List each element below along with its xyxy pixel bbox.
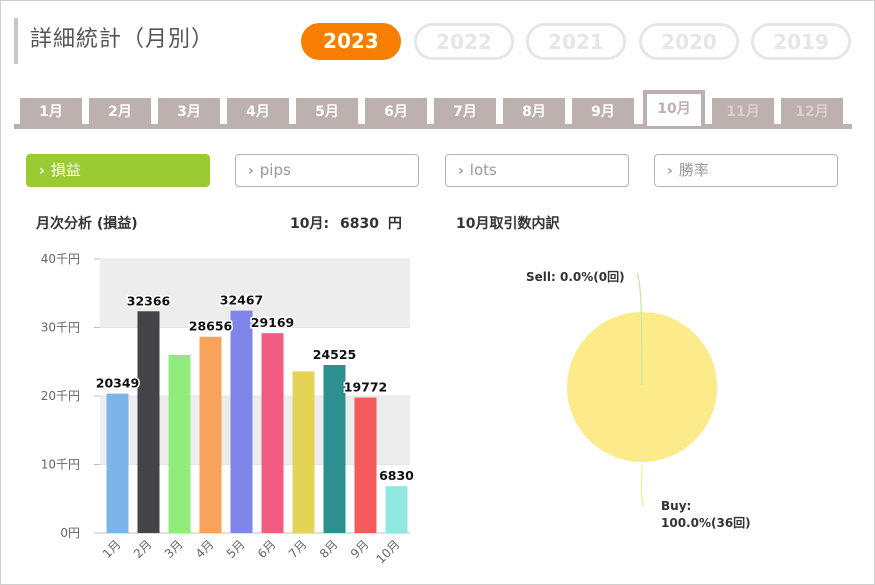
bar-2月 (137, 311, 160, 533)
x-tick-label: 6月 (255, 537, 279, 561)
chevron-right-icon: › (458, 163, 464, 179)
y-tick-label: 0円 (60, 526, 80, 540)
year-button-2019[interactable]: 2019 (751, 23, 851, 60)
y-tick-label: 30千円 (41, 321, 80, 335)
buy-label-line1: Buy: (661, 499, 691, 513)
tab-month-5[interactable]: 5月 (296, 98, 358, 126)
page-title: 詳細統計（月別） (30, 27, 215, 52)
breakdown-heading: 10月取引数内訳 (456, 216, 560, 232)
x-tick-label: 5月 (224, 537, 248, 561)
tab-month-2[interactable]: 2月 (89, 98, 151, 126)
x-tick-label: 7月 (286, 537, 310, 561)
chevron-right-icon: › (248, 163, 254, 179)
monthly-summary: 10月: 6830 円 (290, 213, 402, 233)
year-button-2021[interactable]: 2021 (526, 23, 626, 60)
bar-8月 (323, 365, 346, 533)
sell-label: Sell: 0.0%(0回) (526, 270, 625, 284)
bar-1月 (106, 393, 129, 533)
buy-label-line2: 100.0%(36回) (661, 516, 751, 530)
tab-month-12[interactable]: 12月 (781, 98, 843, 126)
tab-month-6[interactable]: 6月 (365, 98, 427, 126)
bar-data-label: 6830 (379, 468, 414, 483)
year-button-2022[interactable]: 2022 (414, 23, 514, 60)
bar-data-label: 32467 (220, 293, 264, 308)
monthly-chart-heading: 月次分析 (損益) (36, 216, 138, 232)
metric-button-winrate[interactable]: › 勝率 (654, 154, 838, 187)
metric-button-pips[interactable]: › pips (235, 154, 419, 187)
bar-7月 (292, 371, 315, 533)
x-tick-label: 2月 (131, 537, 155, 561)
page-title-bar: 詳細統計（月別） (14, 18, 214, 64)
x-tick-label: 9月 (348, 537, 372, 561)
metric-label: 損益 (50, 161, 81, 179)
y-tick-label: 40千円 (41, 252, 80, 266)
buy-connector-line (640, 464, 645, 508)
x-tick-label: 10月 (373, 537, 402, 566)
trade-breakdown-pie-chart: Sell: 0.0%(0回) Buy: 100.0%(36回) (526, 270, 751, 530)
bar-9月 (354, 397, 377, 533)
bar-4月 (199, 336, 222, 533)
x-tick-label: 8月 (317, 537, 341, 561)
bar-3月 (168, 354, 191, 533)
metric-label: 勝率 (678, 161, 709, 179)
tab-month-8[interactable]: 8月 (503, 98, 565, 126)
bar-data-label: 32366 (127, 293, 171, 308)
metric-button-profit[interactable]: › 損益 (26, 154, 210, 187)
bar-data-label: 29169 (251, 315, 295, 330)
summary-month: 10月: (290, 216, 330, 232)
x-tick-label: 1月 (100, 537, 124, 561)
bar-data-label: 20349 (96, 376, 140, 391)
year-button-2020[interactable]: 2020 (639, 23, 739, 60)
bar-data-label: 28656 (189, 319, 233, 334)
summary-value: 6830 (339, 216, 379, 232)
bar-6月 (261, 333, 284, 533)
tab-month-7[interactable]: 7月 (434, 98, 496, 126)
metric-button-lots[interactable]: › lots (445, 154, 629, 187)
tab-month-9[interactable]: 9月 (572, 98, 634, 126)
x-tick-label: 3月 (162, 537, 186, 561)
x-tick-label: 4月 (193, 537, 217, 561)
tab-month-10[interactable]: 10月 (643, 90, 705, 126)
tab-month-4[interactable]: 4月 (227, 98, 289, 126)
chevron-right-icon: › (39, 163, 45, 179)
y-tick-label: 10千円 (41, 458, 80, 472)
bar-data-label: 19772 (344, 380, 388, 395)
tab-month-11[interactable]: 11月 (712, 98, 774, 126)
monthly-bar-chart: 0円 10千円 20千円 30千円 40千円 20349 32366 28656 32467 2… (41, 252, 416, 566)
bar-data-label: 24525 (313, 347, 357, 362)
summary-unit: 円 (387, 216, 402, 232)
bar-10月 (385, 486, 408, 533)
tab-month-1[interactable]: 1月 (20, 98, 82, 126)
chevron-right-icon: › (667, 163, 673, 179)
metric-label: pips (259, 161, 291, 179)
bar-5月 (230, 310, 253, 533)
y-tick-label: 20千円 (41, 389, 80, 403)
tab-month-3[interactable]: 3月 (158, 98, 220, 126)
metric-label: lots (469, 161, 497, 179)
year-button-2023[interactable]: 2023 (301, 23, 401, 60)
